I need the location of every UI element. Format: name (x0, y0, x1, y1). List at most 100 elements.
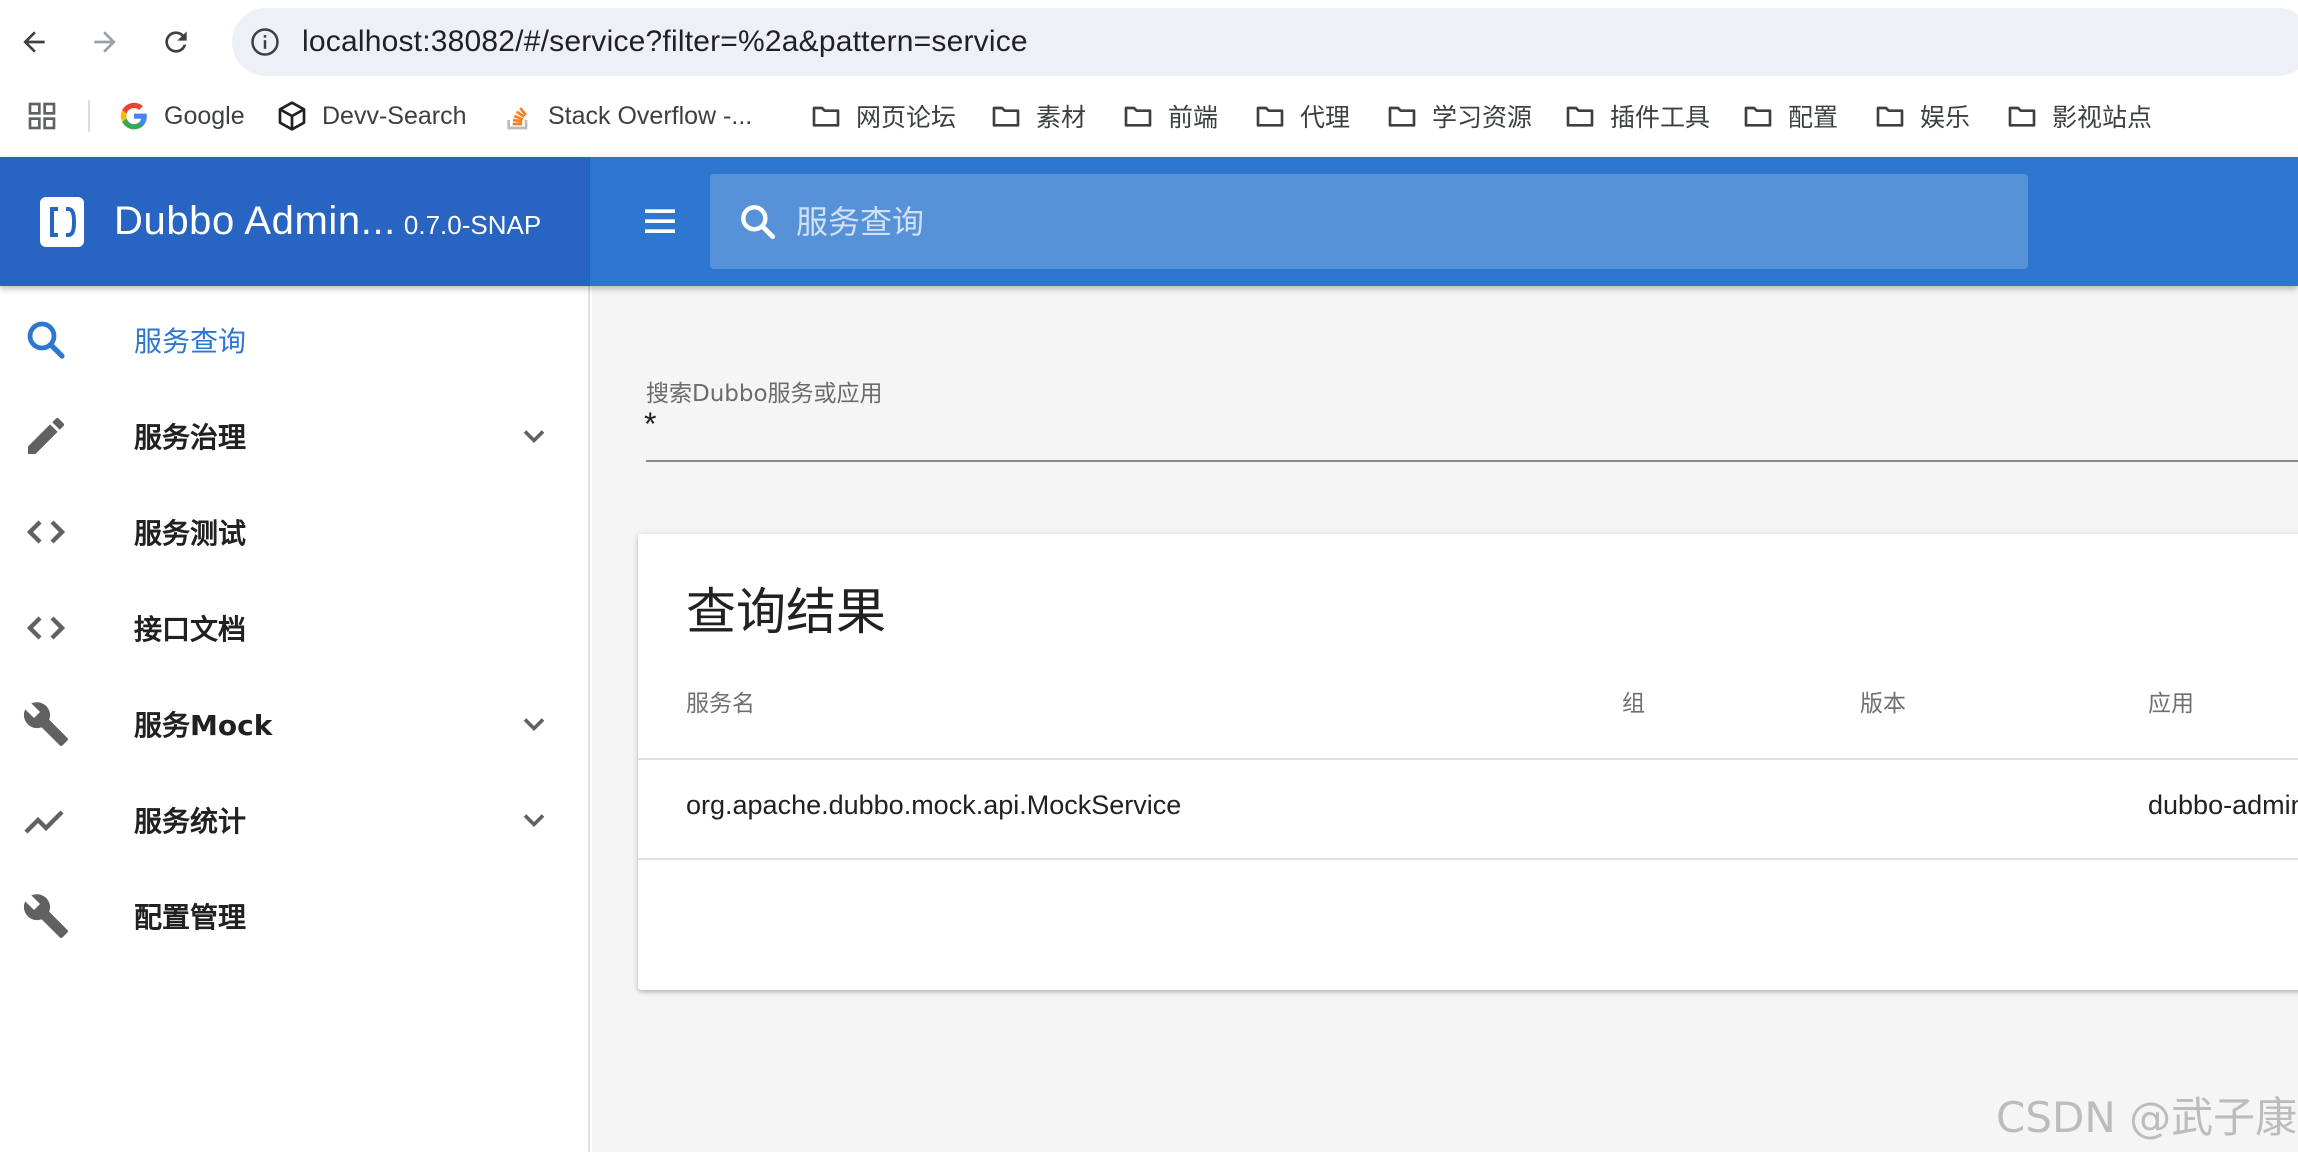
table-row-divider (638, 858, 2298, 860)
search-icon (27, 321, 65, 359)
folder-icon (1744, 106, 1772, 127)
bookmark-label: Stack Overflow -... (548, 101, 753, 130)
bookmark-label: 代理 (1300, 104, 1351, 132)
search-icon (741, 204, 776, 239)
trending-icon (24, 810, 64, 834)
bookmark-folder[interactable]: 网页论坛 (810, 92, 956, 140)
arrow-left-icon (23, 31, 45, 53)
bookmark-label: 影视站点 (2052, 104, 2153, 132)
code-icon (26, 520, 66, 544)
bookmark-google[interactable]: Google (118, 92, 245, 140)
bookmark-label: 前端 (1168, 104, 1219, 132)
results-title: 查询结果 (686, 583, 886, 641)
bookmark-label: 网页论坛 (856, 104, 957, 132)
folder-icon (2008, 106, 2036, 127)
sidebar-item-label: 服务治理 (134, 421, 247, 454)
code-icon (26, 616, 66, 640)
toolbar-search-input[interactable] (796, 191, 2028, 252)
bookmarks-bar: Google Devv-Search Stack Overflow -... 网… (0, 92, 2298, 140)
bookmark-stack-overflow[interactable]: Stack Overflow -... (502, 92, 752, 140)
results-card: 查询结果 服务名 组 版本 应用 org.apache.dubbo.mock.a… (638, 534, 2298, 990)
sidebar-item-service-governance[interactable]: 服务治理 (0, 388, 588, 484)
arrow-right-icon (94, 31, 116, 53)
browser-window: localhost:38082/#/service?filter=%2a&pat… (0, 0, 2298, 1152)
folder-icon (1124, 106, 1152, 127)
wrench-icon (23, 894, 68, 938)
sidebar-item-service-test[interactable]: 服务测试 (0, 484, 588, 580)
bookmark-label: 学习资源 (1432, 104, 1533, 132)
bookmark-label: 插件工具 (1610, 104, 1711, 132)
sidebar: 服务查询 服务治理 服务测试 接口文档 服务Mock 服务统计 配置管理 (0, 286, 590, 1152)
apps-button[interactable] (26, 92, 58, 140)
chevron-down-icon[interactable] (516, 802, 552, 838)
sidebar-item-label: 配置管理 (134, 901, 247, 934)
wrench-icon (23, 702, 68, 746)
address-bar[interactable]: localhost:38082/#/service?filter=%2a&pat… (232, 8, 2298, 76)
menu-icon[interactable] (640, 201, 680, 241)
bookmark-label: 配置 (1788, 104, 1839, 132)
folder-icon (992, 106, 1020, 127)
bookmark-folder[interactable]: 代理 (1254, 92, 1350, 140)
app-version: 0.7.0-SNAP (403, 210, 542, 240)
sidebar-item-service-search[interactable]: 服务查询 (0, 292, 588, 388)
apps-grid-icon (28, 102, 56, 130)
folder-icon (1566, 106, 1594, 127)
bookmark-folder[interactable]: 娱乐 (1874, 92, 1970, 140)
bookmarks-divider (88, 100, 90, 132)
cell-service-name[interactable]: org.apache.dubbo.mock.api.MockService (686, 790, 1181, 821)
bookmark-folder[interactable]: 配置 (1742, 92, 1838, 140)
bookmark-label: 娱乐 (1920, 104, 1971, 132)
bookmark-devv-search[interactable]: Devv-Search (276, 92, 467, 140)
brand[interactable]: Dubbo Admin... 0.7.0-SNAP (0, 157, 590, 286)
google-icon (120, 102, 147, 130)
search-field-input[interactable]: * (644, 406, 656, 443)
folder-icon (812, 106, 840, 127)
sidebar-item-service-mock[interactable]: 服务Mock (0, 676, 588, 772)
column-header-application[interactable]: 应用 (2148, 684, 2194, 718)
browser-chrome: localhost:38082/#/service?filter=%2a&pat… (0, 0, 2298, 157)
bookmark-folder[interactable]: 素材 (990, 92, 1086, 140)
bookmark-folder[interactable]: 学习资源 (1386, 92, 1532, 140)
column-header-group[interactable]: 组 (1622, 684, 1645, 718)
toolbar-search[interactable] (710, 174, 2028, 269)
forward-button[interactable] (81, 18, 129, 66)
folder-icon (1876, 106, 1904, 127)
sidebar-item-label: 服务Mock (134, 709, 273, 742)
bookmark-label: Devv-Search (322, 101, 467, 130)
back-button[interactable] (10, 18, 58, 66)
sidebar-item-config-management[interactable]: 配置管理 (0, 868, 588, 964)
search-field-underline (646, 460, 2298, 462)
folder-icon (1388, 106, 1416, 127)
site-info-icon[interactable] (250, 27, 280, 57)
pencil-icon (28, 417, 64, 454)
reload-button[interactable] (152, 18, 200, 66)
app-title: Dubbo Admin... (114, 199, 396, 243)
cube-icon (278, 101, 306, 131)
sidebar-item-label: 服务统计 (134, 805, 247, 838)
dubbo-logo-icon (40, 196, 84, 247)
bookmark-folder[interactable]: 影视站点 (2006, 92, 2152, 140)
column-header-service-name[interactable]: 服务名 (686, 684, 755, 718)
main-content: 搜索Dubbo服务或应用 * 查询结果 服务名 组 版本 应用 org.apac… (592, 286, 2298, 1152)
reload-icon (165, 31, 187, 53)
search-field-label: 搜索Dubbo服务或应用 (646, 381, 883, 407)
chevron-down-icon[interactable] (516, 418, 552, 454)
cell-application[interactable]: dubbo-admin (2148, 790, 2298, 821)
bookmark-folder[interactable]: 前端 (1122, 92, 1218, 140)
url-text[interactable]: localhost:38082/#/service?filter=%2a&pat… (302, 25, 1028, 59)
sidebar-item-label: 服务查询 (134, 325, 247, 358)
bookmark-folder[interactable]: 插件工具 (1564, 92, 1710, 140)
bookmark-label: 素材 (1036, 104, 1087, 132)
app-toolbar: Dubbo Admin... 0.7.0-SNAP (0, 157, 2298, 286)
folder-icon (1256, 106, 1284, 127)
sidebar-item-label: 服务测试 (134, 517, 247, 550)
chevron-down-icon[interactable] (516, 706, 552, 742)
bookmark-label: Google (164, 101, 245, 130)
table-header-divider (638, 758, 2298, 760)
sidebar-item-api-docs[interactable]: 接口文档 (0, 580, 588, 676)
sidebar-item-label: 接口文档 (134, 613, 247, 646)
column-header-version[interactable]: 版本 (1860, 684, 1906, 718)
stackoverflow-icon (507, 107, 528, 130)
sidebar-item-service-stats[interactable]: 服务统计 (0, 772, 588, 868)
watermark: CSDN @武子康 (1996, 1093, 2298, 1142)
